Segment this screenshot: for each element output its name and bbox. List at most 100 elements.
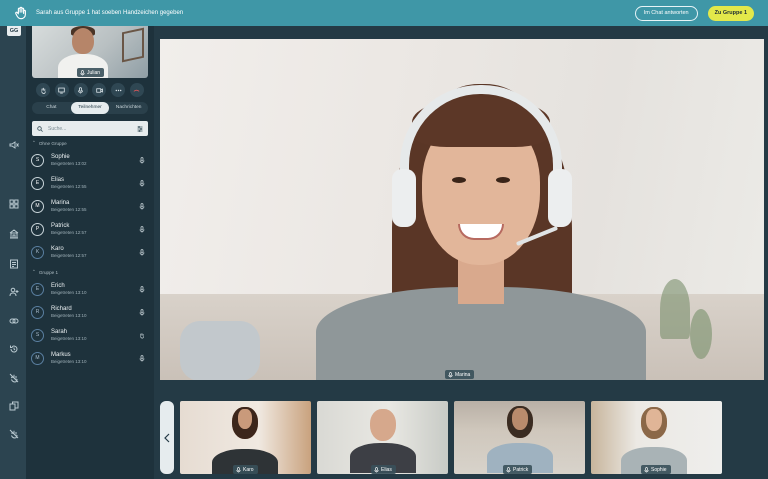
notification-message: Sarah aus Gruppe 1 hat soeben Handzeiche… — [36, 10, 184, 16]
document-icon[interactable] — [9, 256, 19, 269]
participant-row[interactable]: M Markus Beigetreten 13:10 — [31, 348, 149, 368]
thumbnail-name: Karo — [243, 466, 254, 473]
mic-icon — [80, 69, 85, 75]
avatar: S — [31, 328, 44, 342]
mic-icon — [139, 225, 145, 232]
group-header-gruppe-1[interactable]: ⌃ Gruppe 1 — [32, 269, 58, 275]
mute-all-icon[interactable] — [9, 426, 19, 439]
participant-joined: Beigetreten 13:10 — [51, 312, 87, 318]
participant-name: Marina — [51, 199, 70, 206]
call-controls — [32, 83, 148, 97]
participant-row[interactable]: M Marina Beigetreten 12:55 — [31, 196, 149, 216]
group-header-ohne-gruppe[interactable]: ⌃ Ohne Gruppe — [32, 140, 67, 146]
tab-messages[interactable]: Nachrichten — [109, 102, 148, 114]
mic-icon — [139, 202, 145, 209]
avatar: R — [31, 305, 44, 319]
more-options-button[interactable] — [111, 83, 126, 97]
mic-icon — [139, 354, 145, 361]
main-speaker-video: Marina — [160, 39, 764, 380]
mic-icon — [139, 156, 145, 163]
participant-joined: Beigetreten 13:02 — [51, 160, 87, 166]
participant-row[interactable]: R Richard Beigetreten 13:10 — [31, 302, 149, 322]
chevron-down-icon: ⌃ — [32, 140, 36, 145]
participant-name: Sarah — [51, 328, 68, 335]
thumbnail-video[interactable]: Elias — [317, 401, 448, 474]
hang-up-button[interactable] — [129, 83, 144, 97]
thumbnail-name-chip: Patrick — [503, 465, 533, 474]
notification-bar: Sarah aus Gruppe 1 hat soeben Handzeiche… — [0, 0, 768, 26]
avatar: K — [31, 245, 44, 259]
mic-icon — [139, 285, 145, 292]
participant-joined: Beigetreten 13:10 — [51, 358, 87, 364]
reply-in-chat-button[interactable]: Im Chat antworten — [634, 5, 698, 21]
participant-row[interactable]: E Elias Beigetreten 12:55 — [31, 173, 149, 193]
participant-row[interactable]: K Karo Beigetreten 12:57 — [31, 242, 149, 262]
participant-row[interactable]: S Sarah Beigetreten 13:10 — [31, 325, 149, 345]
thumbnail-name: Sophie — [651, 466, 667, 473]
filter-icon[interactable] — [137, 125, 143, 132]
link-icon[interactable] — [9, 313, 19, 324]
participant-joined: Beigetreten 13:10 — [51, 335, 87, 341]
thumbnail-name-chip: Karo — [233, 465, 258, 474]
copy-icon[interactable] — [9, 398, 19, 411]
user-avatar[interactable]: GG — [7, 26, 21, 36]
tab-chat[interactable]: Chat — [32, 102, 71, 114]
participant-name: Sophie — [51, 153, 70, 160]
main-speaker-name-chip: Marina — [445, 370, 475, 379]
search-placeholder: Suche... — [48, 125, 67, 132]
avatar: P — [31, 222, 44, 236]
building-icon[interactable] — [9, 226, 19, 239]
avatar: E — [31, 282, 44, 296]
raised-hand-icon — [14, 6, 28, 20]
participant-name: Richard — [51, 305, 72, 312]
self-view-video: Julian — [32, 26, 148, 78]
icon-rail: GG — [0, 26, 26, 479]
history-icon[interactable] — [9, 341, 19, 353]
thumbnail-video[interactable]: Sophie — [591, 401, 722, 474]
participant-row[interactable]: P Patrick Beigetreten 12:57 — [31, 219, 149, 239]
participant-row[interactable]: S Sophie Beigetreten 13:02 — [31, 150, 149, 170]
participant-name: Elias — [51, 176, 65, 183]
chevron-down-icon: ⌃ — [32, 269, 36, 274]
thumbnail-name-chip: Sophie — [641, 465, 671, 474]
avatar: S — [31, 153, 44, 167]
participant-joined: Beigetreten 12:55 — [51, 183, 87, 189]
mic-icon — [374, 466, 379, 472]
mic-icon — [139, 248, 145, 255]
raise-hand-button[interactable] — [36, 83, 50, 97]
participant-name: Erich — [51, 282, 65, 289]
grid-icon[interactable] — [9, 196, 19, 209]
thumbnail-name-chip: Elias — [371, 465, 396, 474]
participant-name: Patrick — [51, 222, 70, 229]
tab-participants[interactable]: Teilnehmer — [70, 102, 110, 114]
participant-name: Karo — [51, 245, 64, 252]
mic-icon — [139, 308, 145, 315]
search-input[interactable]: Suche... — [32, 121, 148, 136]
participant-joined: Beigetreten 12:57 — [51, 252, 87, 258]
participant-name: Markus — [51, 351, 71, 358]
previous-thumbnails-button[interactable] — [160, 401, 174, 474]
chevron-left-icon — [164, 433, 170, 442]
speaker-icon[interactable] — [9, 137, 19, 149]
mic-icon — [644, 466, 649, 472]
participant-row[interactable]: E Erich Beigetreten 13:10 — [31, 279, 149, 299]
panel-tabs: Chat Teilnehmer Nachrichten — [32, 102, 148, 114]
hand-off-icon[interactable] — [9, 370, 19, 383]
camera-button[interactable] — [92, 83, 107, 97]
thumbnail-video[interactable]: Patrick — [454, 401, 585, 474]
thumbnail-name: Elias — [381, 466, 392, 473]
thumbnail-video[interactable]: Karo — [180, 401, 311, 474]
mic-icon — [506, 466, 511, 472]
participant-panel: Julian Chat Teilnehmer Nachrichten Suche… — [26, 26, 154, 479]
search-icon — [37, 125, 43, 132]
go-to-group-button[interactable]: Zu Gruppe 1 — [707, 5, 754, 21]
screen-share-button[interactable] — [54, 83, 69, 97]
avatar: E — [31, 176, 44, 190]
add-user-icon[interactable] — [9, 284, 19, 297]
mic-icon — [236, 466, 241, 472]
main-speaker-name: Marina — [455, 371, 471, 378]
raised-hand-icon — [139, 332, 144, 338]
mic-button[interactable] — [73, 83, 88, 97]
thumbnail-name: Patrick — [513, 466, 529, 473]
avatar: M — [31, 351, 44, 365]
